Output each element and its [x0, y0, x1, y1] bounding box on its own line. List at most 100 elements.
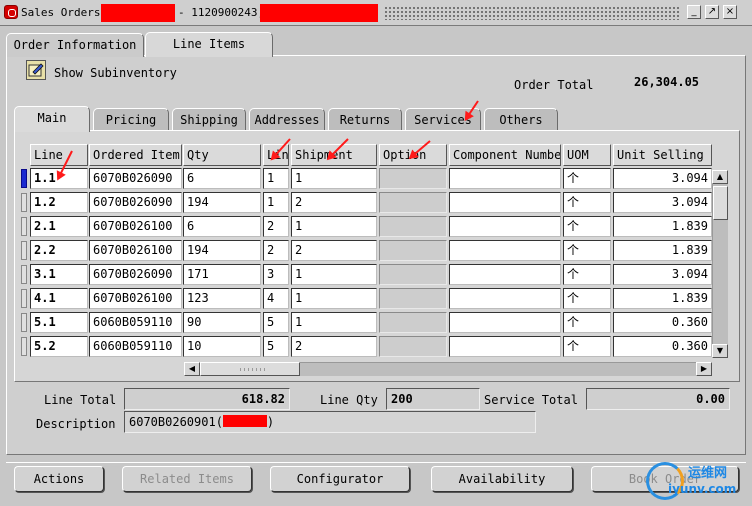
row-selector[interactable] — [21, 193, 27, 212]
cell-component[interactable] — [449, 240, 561, 261]
cell-shipment[interactable]: 1 — [291, 216, 377, 237]
row-selector[interactable] — [21, 337, 27, 356]
cell-lin[interactable]: 3 — [263, 264, 289, 285]
column-header-ordered-item[interactable]: Ordered Item — [89, 144, 182, 166]
cell-qty[interactable]: 194 — [183, 240, 261, 261]
cell-price[interactable]: 3.094 — [613, 192, 712, 213]
cell-line[interactable]: 2.1 — [30, 216, 88, 237]
cell-qty[interactable]: 90 — [183, 312, 261, 333]
column-header-component-number[interactable]: Component Number — [449, 144, 561, 166]
cell-component[interactable] — [449, 264, 561, 285]
row-selector[interactable] — [21, 169, 27, 188]
cell-option[interactable] — [379, 288, 447, 309]
cell-qty[interactable]: 171 — [183, 264, 261, 285]
cell-shipment[interactable]: 1 — [291, 168, 377, 189]
cell-item[interactable]: 6070B026090 — [89, 168, 182, 189]
tab-pricing[interactable]: Pricing — [93, 108, 169, 130]
cell-component[interactable] — [449, 312, 561, 333]
tab-shipping[interactable]: Shipping — [172, 108, 246, 130]
cell-shipment[interactable]: 2 — [291, 336, 377, 357]
scroll-left-icon[interactable]: ◀ — [184, 362, 200, 376]
cell-line[interactable]: 4.1 — [30, 288, 88, 309]
cell-qty[interactable]: 123 — [183, 288, 261, 309]
column-header-qty[interactable]: Qty — [183, 144, 261, 166]
cell-component[interactable] — [449, 192, 561, 213]
show-subinventory-label[interactable]: Show Subinventory — [54, 66, 177, 80]
column-header-line[interactable]: Line — [30, 144, 88, 166]
cell-component[interactable] — [449, 336, 561, 357]
column-header-unit-selling-price[interactable]: Unit Selling Price — [613, 144, 712, 166]
tab-others[interactable]: Others — [484, 108, 558, 130]
scroll-down-icon[interactable]: ▼ — [712, 344, 728, 358]
cell-option[interactable] — [379, 264, 447, 285]
cell-component[interactable] — [449, 216, 561, 237]
cell-shipment[interactable]: 1 — [291, 288, 377, 309]
cell-item[interactable]: 6070B026100 — [89, 288, 182, 309]
cell-uom[interactable]: 个 — [563, 192, 611, 213]
cell-lin[interactable]: 2 — [263, 240, 289, 261]
cell-qty[interactable]: 6 — [183, 216, 261, 237]
cell-component[interactable] — [449, 288, 561, 309]
cell-shipment[interactable]: 1 — [291, 312, 377, 333]
tab-order-information[interactable]: Order Information — [6, 33, 144, 57]
cell-uom[interactable]: 个 — [563, 264, 611, 285]
cell-price[interactable]: 0.360 — [613, 336, 712, 357]
cell-price[interactable]: 1.839 — [613, 216, 712, 237]
row-selector[interactable] — [21, 265, 27, 284]
cell-uom[interactable]: 个 — [563, 288, 611, 309]
close-button[interactable]: × — [723, 5, 737, 19]
cell-qty[interactable]: 194 — [183, 192, 261, 213]
line-qty-field[interactable]: 200 — [386, 388, 480, 410]
description-field[interactable]: 6070B0260901() — [124, 411, 536, 433]
cell-item[interactable]: 6070B026090 — [89, 264, 182, 285]
service-total-field[interactable]: 0.00 — [586, 388, 730, 410]
cell-option[interactable] — [379, 240, 447, 261]
row-selector[interactable] — [21, 289, 27, 308]
cell-price[interactable]: 0.360 — [613, 312, 712, 333]
line-total-field[interactable]: 618.82 — [124, 388, 290, 410]
cell-price[interactable]: 3.094 — [613, 264, 712, 285]
cell-uom[interactable]: 个 — [563, 168, 611, 189]
cell-lin[interactable]: 5 — [263, 312, 289, 333]
minimize-button[interactable]: _ — [687, 5, 701, 19]
cell-option[interactable] — [379, 216, 447, 237]
tab-line-items[interactable]: Line Items — [145, 32, 273, 57]
cell-uom[interactable]: 个 — [563, 312, 611, 333]
horizontal-scroll-thumb[interactable] — [200, 362, 300, 376]
cell-price[interactable]: 1.839 — [613, 240, 712, 261]
cell-line[interactable]: 3.1 — [30, 264, 88, 285]
tab-addresses[interactable]: Addresses — [249, 108, 325, 130]
cell-line[interactable]: 2.2 — [30, 240, 88, 261]
related-items-button[interactable]: Related Items — [122, 466, 252, 492]
cell-shipment[interactable]: 2 — [291, 240, 377, 261]
cell-price[interactable]: 3.094 — [613, 168, 712, 189]
cell-line[interactable]: 1.2 — [30, 192, 88, 213]
column-header-uom[interactable]: UOM — [563, 144, 611, 166]
cell-option[interactable] — [379, 168, 447, 189]
row-selector[interactable] — [21, 241, 27, 260]
cell-lin[interactable]: 1 — [263, 192, 289, 213]
cell-item[interactable]: 6070B026090 — [89, 192, 182, 213]
cell-item[interactable]: 6060B059110 — [89, 312, 182, 333]
configurator-button[interactable]: Configurator — [270, 466, 410, 492]
vertical-scroll-thumb[interactable] — [713, 186, 728, 220]
row-selector[interactable] — [21, 217, 27, 236]
actions-button[interactable]: Actions — [14, 466, 104, 492]
edit-box-icon[interactable] — [26, 60, 46, 80]
cell-item[interactable]: 6070B026100 — [89, 240, 182, 261]
restore-button[interactable]: ↗ — [705, 5, 719, 19]
cell-uom[interactable]: 个 — [563, 336, 611, 357]
cell-lin[interactable]: 2 — [263, 216, 289, 237]
cell-line[interactable]: 5.1 — [30, 312, 88, 333]
cell-lin[interactable]: 1 — [263, 168, 289, 189]
cell-item[interactable]: 6070B026100 — [89, 216, 182, 237]
cell-item[interactable]: 6060B059110 — [89, 336, 182, 357]
scroll-right-icon[interactable]: ▶ — [696, 362, 712, 376]
cell-uom[interactable]: 个 — [563, 240, 611, 261]
availability-button[interactable]: Availability — [431, 466, 573, 492]
cell-qty[interactable]: 6 — [183, 168, 261, 189]
scroll-up-icon[interactable]: ▲ — [712, 170, 728, 184]
cell-uom[interactable]: 个 — [563, 216, 611, 237]
cell-component[interactable] — [449, 168, 561, 189]
cell-lin[interactable]: 4 — [263, 288, 289, 309]
